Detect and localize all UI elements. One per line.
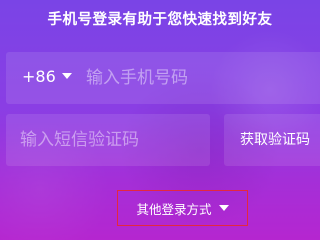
verification-code-input[interactable] <box>20 124 205 156</box>
caret-down-icon <box>218 205 229 211</box>
chevron-down-icon <box>61 73 72 79</box>
other-login-label: 其他登录方式 <box>136 201 212 217</box>
page-title: 手机号登录有助于您快速找到好友 <box>47 12 273 28</box>
verification-code-row <box>6 114 210 166</box>
phone-input-row: +86 <box>6 52 320 104</box>
country-code-label: +86 <box>22 67 56 86</box>
other-login-methods-button[interactable]: 其他登录方式 <box>117 190 248 226</box>
phone-number-input[interactable] <box>86 62 316 94</box>
get-code-button[interactable]: 获取验证码 <box>224 114 320 166</box>
country-code-selector[interactable]: +86 <box>22 67 72 86</box>
